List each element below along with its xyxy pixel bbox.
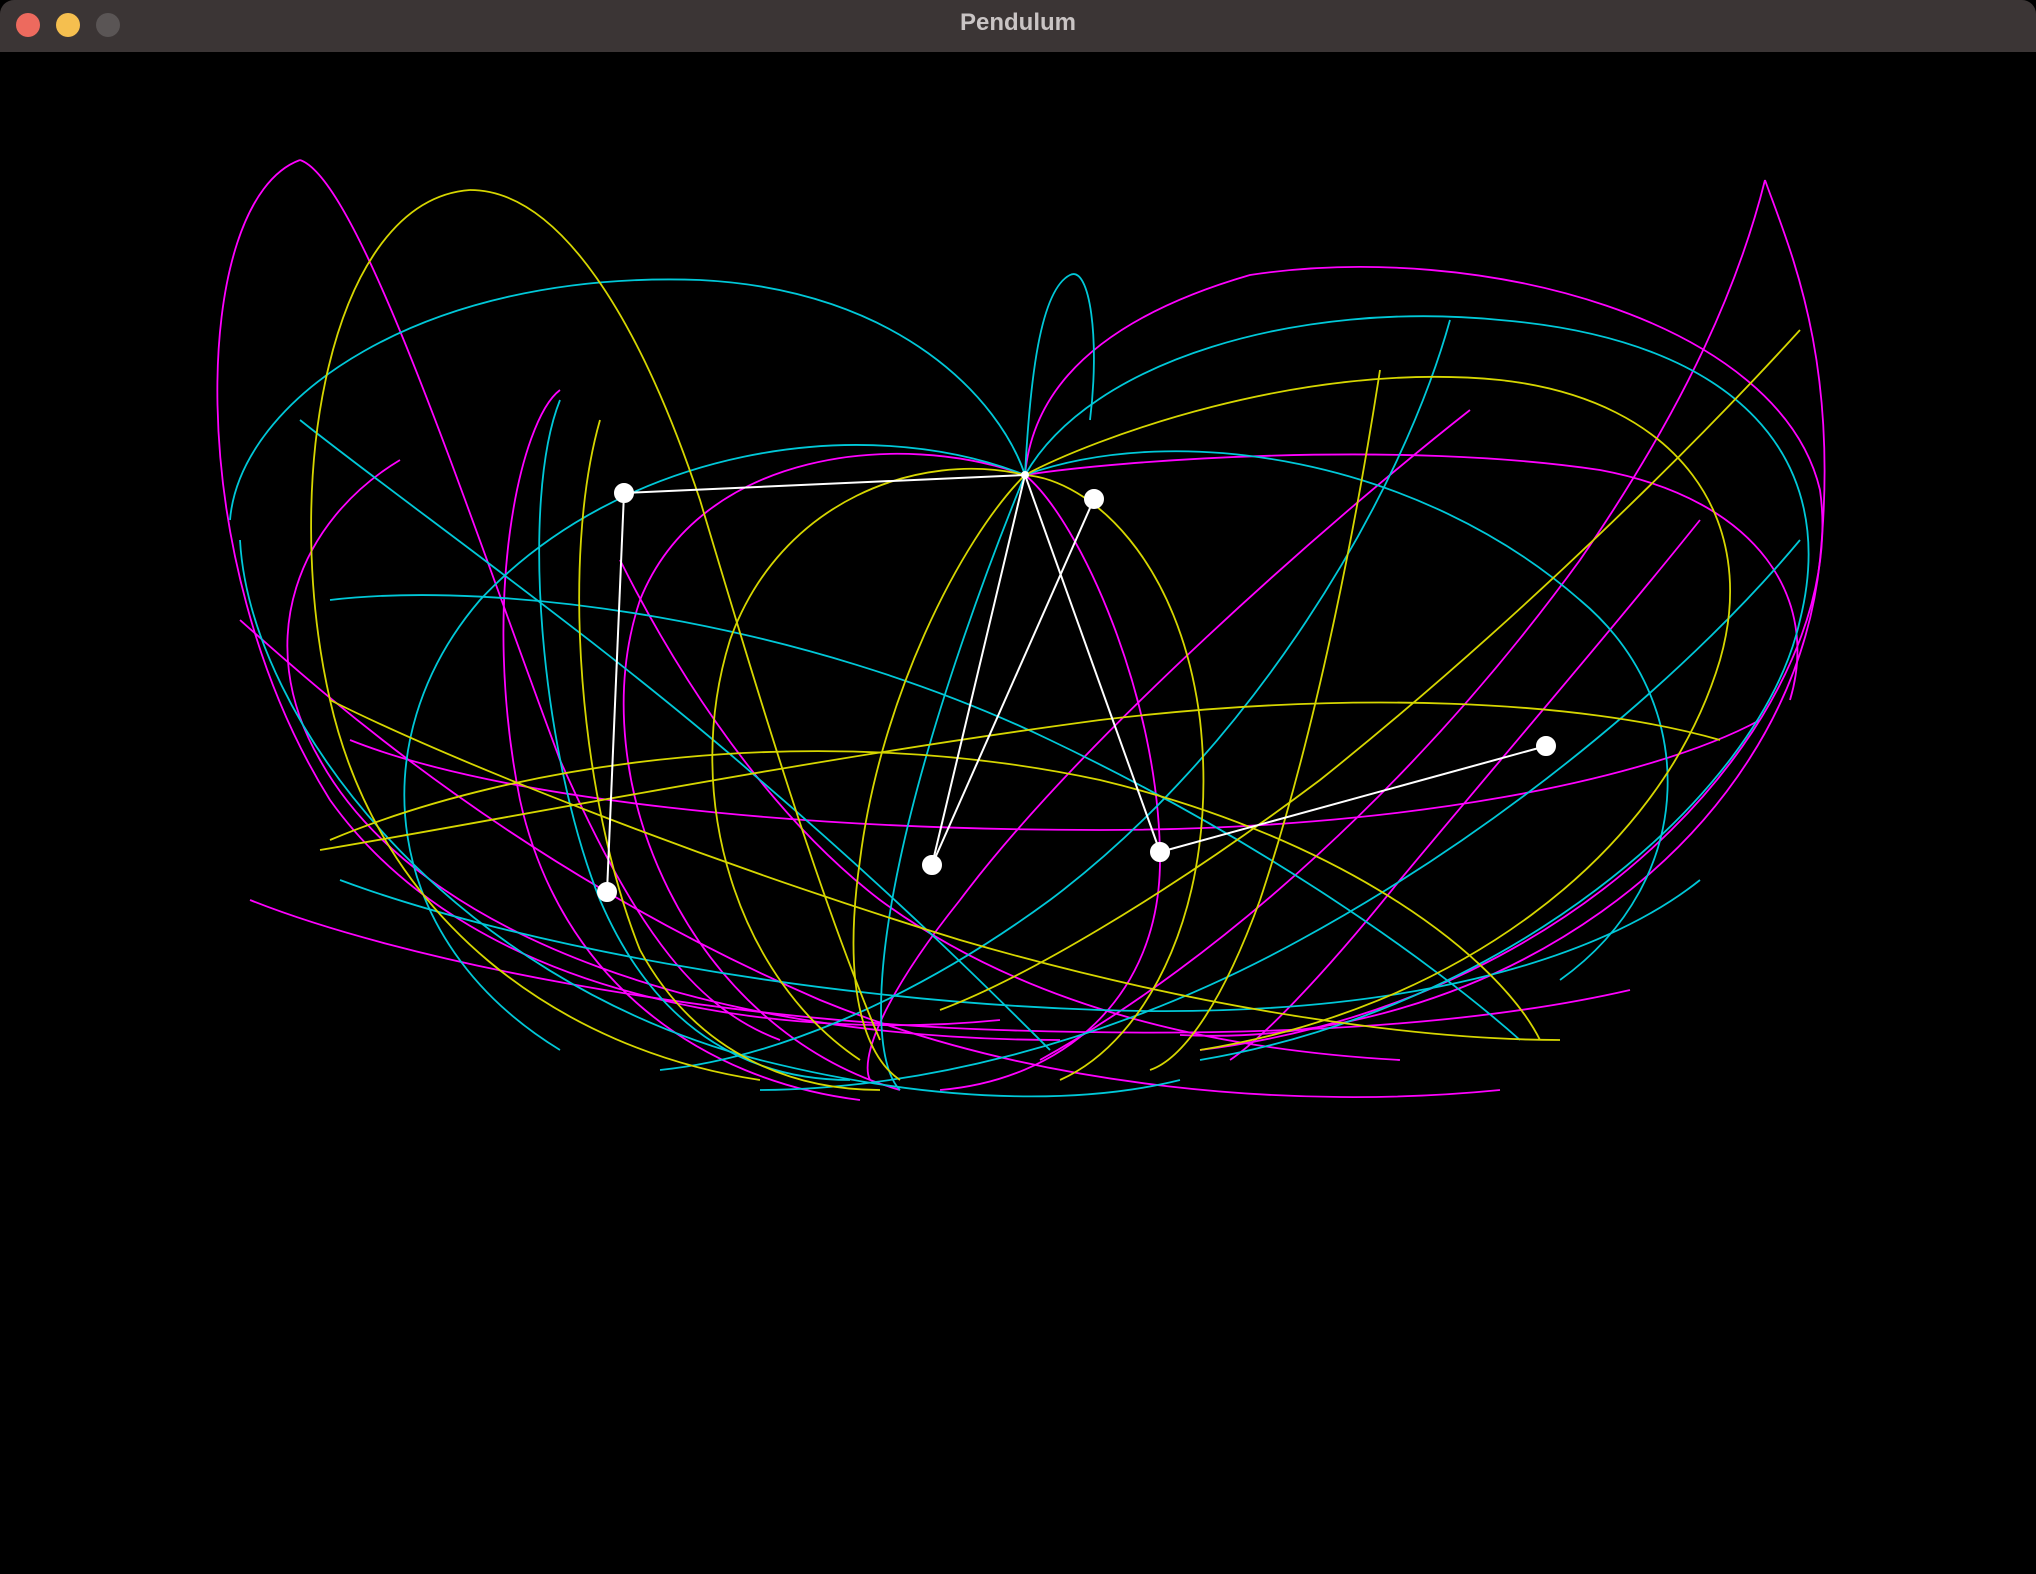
- cyan-trail: [1024, 273, 1095, 476]
- window-title: Pendulum: [959, 9, 1076, 36]
- pendulum-bob: [1536, 736, 1556, 756]
- magenta-trail: [619, 559, 1401, 1061]
- magenta-trail: [1024, 266, 1824, 1051]
- yellow-trail: [711, 468, 1026, 1061]
- yellow-trail: [1024, 376, 1731, 1051]
- magenta-trail: [939, 474, 1161, 1091]
- pivot-point: [1021, 471, 1029, 479]
- magenta-trail: [286, 459, 1061, 1041]
- title-bar[interactable]: Pendulum: [0, 0, 2036, 53]
- yellow-trail: [329, 750, 1541, 1041]
- pendulum-rod: [623, 474, 1026, 494]
- pendulum-rod: [606, 492, 625, 893]
- cyan-trail: [403, 444, 1026, 1051]
- yellow-trail: [469, 189, 881, 1041]
- yellow-trail: [852, 474, 1026, 1081]
- pendulum-bob: [1150, 842, 1170, 862]
- simulation-svg: [216, 159, 1826, 1101]
- trail-layer: [216, 159, 1826, 1101]
- yellow-trail: [310, 189, 761, 1081]
- pendulum-rod: [1024, 474, 1161, 853]
- cyan-trail: [299, 419, 1051, 1051]
- simulation-canvas[interactable]: [0, 52, 2036, 1574]
- magenta-trail: [866, 409, 1471, 1081]
- yellow-trail: [1024, 474, 1205, 1081]
- magenta-trail: [1229, 519, 1701, 1061]
- pendulum-bob: [614, 483, 634, 503]
- magenta-trail: [1179, 179, 1826, 1037]
- pendulum-rod: [931, 498, 1095, 866]
- pendulum-2[interactable]: [922, 474, 1104, 875]
- pendulum-layer: [597, 471, 1556, 902]
- pendulum-bob: [922, 855, 942, 875]
- yellow-trail: [329, 699, 1561, 1041]
- pendulum-bob: [1084, 489, 1104, 509]
- app-window: Pendulum: [0, 0, 2036, 1574]
- cyan-trail: [659, 319, 1451, 1071]
- pendulum-bob: [597, 882, 617, 902]
- pendulum-1[interactable]: [597, 474, 1026, 902]
- yellow-trails: [310, 189, 1801, 1091]
- magenta-trail: [1039, 179, 1766, 1061]
